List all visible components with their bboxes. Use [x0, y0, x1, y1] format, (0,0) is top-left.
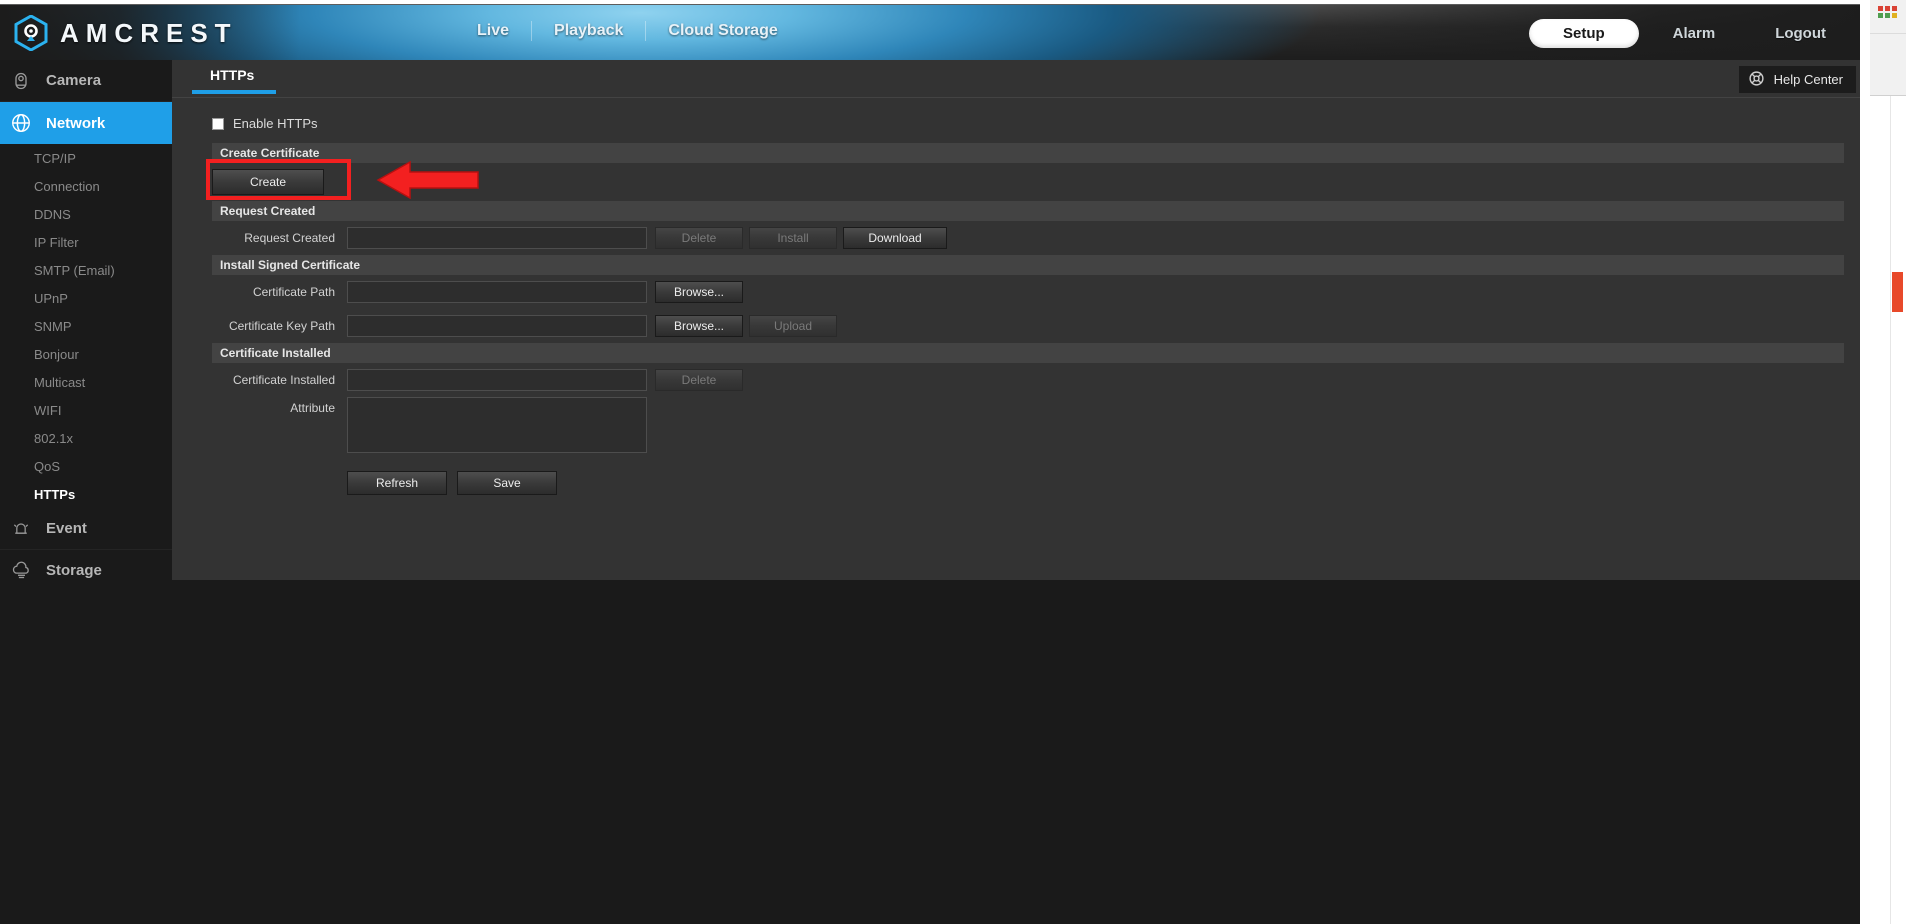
nav-item-playback[interactable]: Playback	[532, 22, 645, 40]
refresh-button[interactable]: Refresh	[347, 471, 447, 495]
certificate-path-row: Certificate Path Browse...	[172, 275, 1870, 309]
sidebar-item-network[interactable]: Network	[0, 102, 192, 144]
browser-chrome-strip	[1870, 0, 1906, 924]
browser-tab-strip	[1870, 0, 1906, 34]
attribute-textarea[interactable]	[347, 397, 647, 453]
tab-bar: HTTPs Help Center	[172, 60, 1870, 98]
nav-item-setup[interactable]: Setup	[1528, 19, 1639, 48]
lifebuoy-icon	[1748, 70, 1765, 90]
main-navigation: Live Playback Cloud Storage	[455, 21, 800, 41]
brand-logo[interactable]: AMCREST	[14, 14, 238, 52]
camera-icon	[8, 68, 34, 94]
enable-https-label: Enable HTTPs	[233, 116, 318, 131]
sidebar-subitem-connection[interactable]: Connection	[0, 172, 172, 200]
certificate-installed-label: Certificate Installed	[232, 373, 335, 387]
request-created-row: Request Created Delete Install Download	[172, 221, 1870, 255]
enable-https-row[interactable]: Enable HTTPs	[172, 98, 1870, 143]
browser-toolbar	[1870, 34, 1906, 96]
help-center-button[interactable]: Help Center	[1738, 66, 1856, 93]
request-install-button[interactable]: Install	[749, 227, 837, 249]
sidebar-subitem-smtp[interactable]: SMTP (Email)	[0, 256, 172, 284]
sidebar-subitem-https[interactable]: HTTPs	[0, 480, 172, 508]
sidebar-item-label: Camera	[46, 72, 102, 89]
section-header-install-signed-certificate: Install Signed Certificate	[212, 255, 1844, 275]
certificate-key-path-input[interactable]	[347, 315, 647, 337]
enable-https-checkbox[interactable]	[212, 117, 224, 130]
sidebar-subitem-qos[interactable]: QoS	[0, 452, 172, 480]
content-panel: HTTPs Help Center Enable HTTPs Create Ce…	[172, 60, 1870, 580]
sidebar-subitem-8021x[interactable]: 802.1x	[0, 424, 172, 452]
create-certificate-row: Create	[172, 159, 1870, 201]
sidebar-item-label: Storage	[46, 562, 102, 579]
upload-button[interactable]: Upload	[749, 315, 837, 337]
account-navigation: Setup Alarm Logout	[1528, 19, 1852, 48]
create-button[interactable]: Create	[212, 169, 324, 195]
certificate-installed-input[interactable]	[347, 369, 647, 391]
sidebar-subitem-bonjour[interactable]: Bonjour	[0, 340, 172, 368]
tab-active-underline	[192, 90, 276, 94]
sidebar-subitem-snmp[interactable]: SNMP	[0, 312, 172, 340]
tab-https[interactable]: HTTPs	[192, 67, 272, 92]
section-header-certificate-installed: Certificate Installed	[212, 343, 1844, 363]
sidebar-subitem-wifi[interactable]: WIFI	[0, 396, 172, 424]
left-arrow-annotation-icon	[376, 159, 480, 206]
request-download-button[interactable]: Download	[843, 227, 947, 249]
certificate-path-input[interactable]	[347, 281, 647, 303]
page-right-edge	[1860, 0, 1870, 924]
sidebar-subitem-multicast[interactable]: Multicast	[0, 368, 172, 396]
sidebar-item-label: Event	[46, 520, 87, 537]
network-globe-icon	[8, 110, 34, 136]
network-submenu: TCP/IP Connection DDNS IP Filter SMTP (E…	[0, 144, 172, 508]
request-delete-button[interactable]: Delete	[655, 227, 743, 249]
amcrest-hex-logo-icon	[14, 14, 48, 52]
alarm-bell-icon	[8, 516, 34, 542]
help-center-label: Help Center	[1773, 72, 1843, 87]
form-action-buttons: Refresh Save	[172, 471, 1870, 495]
certificate-key-path-browse-button[interactable]: Browse...	[655, 315, 743, 337]
sidebar-item-camera[interactable]: Camera	[0, 60, 172, 102]
certificate-installed-row: Certificate Installed Delete	[172, 363, 1870, 397]
attribute-row: Attribute	[172, 397, 1870, 459]
sidebar-subitem-ddns[interactable]: DDNS	[0, 200, 172, 228]
sidebar-item-event[interactable]: Event	[0, 508, 172, 550]
request-created-label: Request Created	[244, 231, 335, 245]
save-button[interactable]: Save	[457, 471, 557, 495]
sidebar-subitem-tcpip[interactable]: TCP/IP	[0, 144, 172, 172]
https-settings-form: Enable HTTPs Create Certificate Create R…	[172, 98, 1870, 495]
page-background-below-panel	[0, 580, 1870, 924]
certificate-key-path-row: Certificate Key Path Browse... Upload	[172, 309, 1870, 343]
request-created-input[interactable]	[347, 227, 647, 249]
nav-item-logout[interactable]: Logout	[1749, 19, 1852, 48]
brand-name: AMCREST	[60, 17, 238, 48]
scrollbar-find-marker	[1892, 272, 1903, 312]
certificate-key-path-label: Certificate Key Path	[228, 319, 335, 333]
sidebar-subitem-upnp[interactable]: UPnP	[0, 284, 172, 312]
app-window: AMCREST Live Playback Cloud Storage Setu…	[0, 0, 1906, 924]
extension-grid-icon[interactable]	[1878, 6, 1902, 24]
sidebar-item-label: Network	[46, 114, 106, 132]
nav-item-live[interactable]: Live	[455, 22, 531, 40]
sidebar-subitem-ip-filter[interactable]: IP Filter	[0, 228, 172, 256]
top-header-bar: AMCREST Live Playback Cloud Storage Setu…	[0, 4, 1870, 61]
nav-item-cloud-storage[interactable]: Cloud Storage	[646, 22, 799, 40]
nav-item-alarm[interactable]: Alarm	[1647, 19, 1742, 48]
browser-scrollbar[interactable]	[1890, 96, 1906, 924]
certificate-path-label: Certificate Path	[252, 285, 335, 299]
attribute-label: Attribute	[290, 401, 335, 415]
certificate-installed-delete-button[interactable]: Delete	[655, 369, 743, 391]
certificate-path-browse-button[interactable]: Browse...	[655, 281, 743, 303]
